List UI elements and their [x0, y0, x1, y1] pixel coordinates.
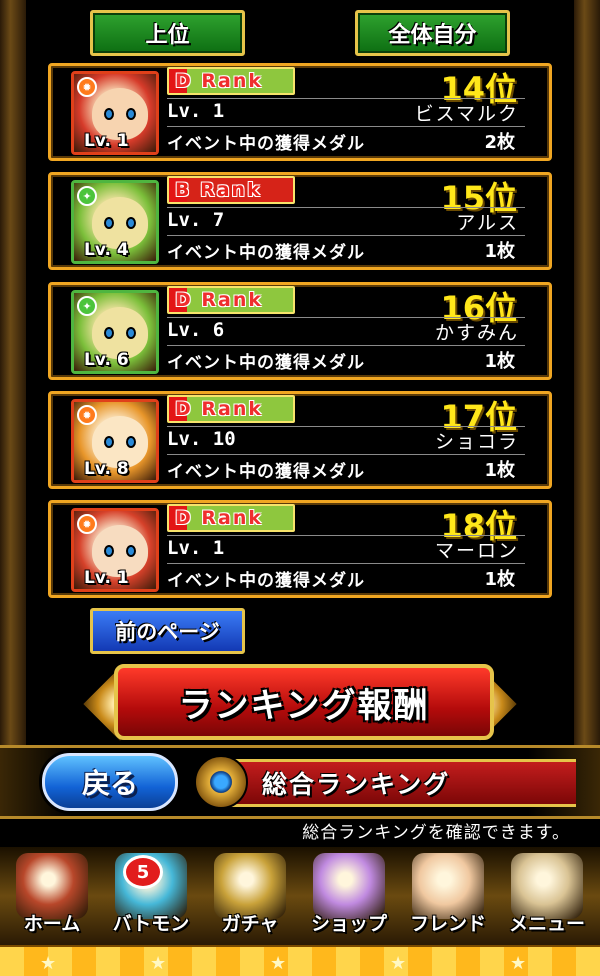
eye — [104, 327, 114, 339]
eye — [104, 545, 114, 557]
menu-label: ショップ — [310, 913, 387, 935]
menu-item[interactable]: ショップ — [301, 847, 397, 945]
eye — [126, 108, 136, 120]
rank-badge-label: D Rank — [175, 70, 263, 92]
player-name: ショコラ — [434, 431, 519, 453]
rank-badge: D Rank — [167, 67, 295, 95]
menu-item[interactable]: 5 バトモン — [103, 847, 199, 945]
player-name: マーロン — [434, 540, 519, 562]
eye — [126, 436, 136, 448]
menu-label: メニュー — [508, 913, 585, 935]
medal-label: イベント中の獲得メダル — [167, 134, 365, 154]
medal-count: 1枚 — [484, 241, 515, 262]
menu-label: ホーム — [23, 913, 81, 935]
monster-avatar[interactable]: ✦ Lv. 4 — [71, 180, 159, 264]
medal-label: イベント中の獲得メダル — [167, 353, 365, 373]
ranking-entry[interactable]: ✦ Lv. 6 D Rank 16位 Lv. 6 かすみん イベント中の獲得メダ… — [48, 282, 552, 380]
rank-badge-label: D Rank — [175, 507, 263, 529]
rank-badge-label: D Rank — [175, 398, 263, 420]
monster-avatar[interactable]: ✹ Lv. 8 — [71, 399, 159, 483]
rank-badge: D Rank — [167, 504, 295, 532]
menu-item[interactable]: ホーム — [4, 847, 100, 945]
footer-decoration: ★ ★ ★ ★ ★ — [0, 945, 600, 976]
ranking-entry[interactable]: ✹ Lv. 1 D Rank 18位 Lv. 1 マーロン イベント中の獲得メダ… — [48, 500, 552, 598]
title-bar: 総合ランキング 戻る — [0, 745, 600, 819]
notification-badge: 5 — [123, 855, 163, 889]
my-rank-button[interactable]: 全体自分 — [355, 10, 510, 56]
divider — [167, 454, 525, 455]
ranking-entry[interactable]: ✹ Lv. 1 D Rank 14位 Lv. 1 ビスマルク イベント中の獲得メ… — [48, 63, 552, 161]
top-ranks-button[interactable]: 上位 — [90, 10, 245, 56]
rank-badge-label: D Rank — [175, 289, 263, 311]
eye — [126, 327, 136, 339]
medal-count: 1枚 — [484, 351, 515, 372]
eye — [104, 108, 114, 120]
medal-label: イベント中の獲得メダル — [167, 462, 365, 482]
rank-badge-label: B Rank — [175, 179, 262, 201]
left-frame — [0, 0, 26, 770]
eye — [104, 217, 114, 229]
medal-label: イベント中の獲得メダル — [167, 243, 365, 263]
fire-element-icon: ✹ — [77, 77, 97, 97]
ranking-entry[interactable]: ✹ Lv. 8 D Rank 17位 Lv. 10 ショコラ イベント中の獲得メ… — [48, 391, 552, 489]
divider — [167, 126, 525, 127]
medal-count: 2枚 — [484, 132, 515, 153]
back-button[interactable]: 戻る — [42, 753, 178, 811]
menu-item[interactable]: フレンド — [400, 847, 496, 945]
rank-badge: D Rank — [167, 286, 295, 314]
info-text: 総合ランキングを確認できます。 — [0, 819, 600, 847]
prev-page-button[interactable]: 前のページ — [90, 608, 245, 654]
ranking-entry[interactable]: ✦ Lv. 4 B Rank 15位 Lv. 7 アルス イベント中の獲得メダル… — [48, 172, 552, 270]
star-icon: ★ — [270, 953, 287, 974]
divider — [167, 235, 525, 236]
player-name: ビスマルク — [414, 103, 519, 125]
screen-title: 総合ランキング — [230, 759, 576, 807]
emblem-icon — [194, 755, 248, 809]
eye — [126, 217, 136, 229]
menu-item[interactable]: ガチャ — [202, 847, 298, 945]
fire-element-icon: ✹ — [77, 405, 97, 425]
rank-badge: D Rank — [167, 395, 295, 423]
divider — [167, 345, 525, 346]
ranking-reward-button[interactable]: ランキング報酬 — [114, 664, 494, 740]
monster-avatar[interactable]: ✦ Lv. 6 — [71, 290, 159, 374]
eye — [104, 436, 114, 448]
monster-avatar[interactable]: ✹ Lv. 1 — [71, 71, 159, 155]
wind-element-icon: ✦ — [77, 296, 97, 316]
player-level: Lv. 6 — [167, 319, 225, 341]
player-level: Lv. 1 — [167, 100, 225, 122]
avatar-level: Lv. 4 — [84, 240, 129, 260]
screen: 上位 全体自分 ✹ Lv. 1 D Rank 14位 Lv. 1 ビスマルク イ… — [0, 0, 600, 976]
star-icon: ★ — [150, 953, 167, 974]
star-icon: ★ — [390, 953, 407, 974]
medal-label: イベント中の獲得メダル — [167, 571, 365, 591]
medal-count: 1枚 — [484, 460, 515, 481]
fire-element-icon: ✹ — [77, 514, 97, 534]
medal-count: 1枚 — [484, 569, 515, 590]
eye — [126, 545, 136, 557]
reward-banner: ランキング報酬 — [26, 660, 574, 748]
star-icon: ★ — [510, 953, 527, 974]
menu-label: フレンド — [409, 913, 486, 935]
avatar-level: Lv. 1 — [84, 568, 129, 588]
monster-avatar[interactable]: ✹ Lv. 1 — [71, 508, 159, 592]
avatar-level: Lv. 8 — [84, 459, 129, 479]
player-level: Lv. 1 — [167, 537, 225, 559]
player-level: Lv. 7 — [167, 209, 225, 231]
avatar-level: Lv. 6 — [84, 350, 129, 370]
right-frame — [574, 0, 600, 770]
divider — [167, 563, 525, 564]
player-name: かすみん — [434, 322, 519, 344]
avatar-level: Lv. 1 — [84, 131, 129, 151]
rank-badge: B Rank — [167, 176, 295, 204]
star-icon: ★ — [40, 953, 57, 974]
menu-label: バトモン — [112, 913, 190, 935]
player-name: アルス — [456, 212, 519, 234]
menu-label: ガチャ — [221, 913, 279, 935]
menu-item[interactable]: メニュー — [499, 847, 595, 945]
bottom-menu: ホーム 5 バトモン ガチャ ショップ フレンド メニュー — [0, 847, 600, 945]
player-level: Lv. 10 — [167, 428, 236, 450]
wind-element-icon: ✦ — [77, 186, 97, 206]
